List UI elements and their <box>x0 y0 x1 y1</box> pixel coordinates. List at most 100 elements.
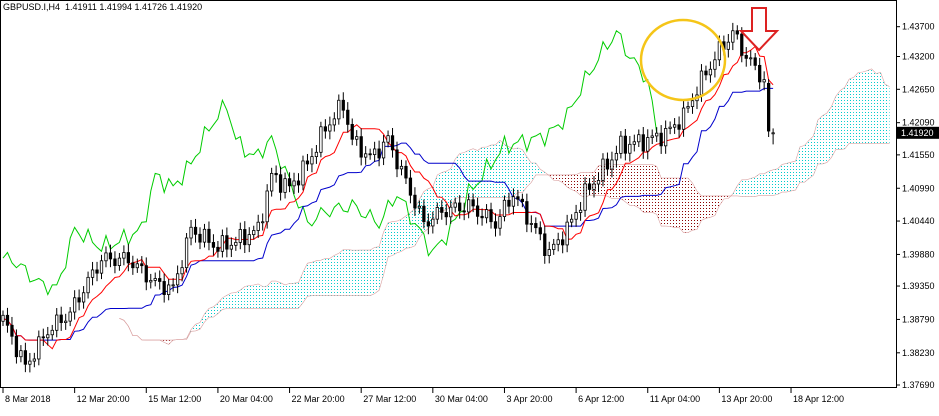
candle-body-bullish <box>176 274 178 285</box>
candle-body-bullish <box>315 152 317 156</box>
cloud-segment-bullish <box>397 219 401 253</box>
candle-body-bullish <box>123 253 125 259</box>
candle-body-bearish <box>441 207 443 212</box>
candle-body-bullish <box>503 200 505 216</box>
candle-body-bearish <box>767 83 769 131</box>
candle-body-bearish <box>42 337 44 338</box>
cloud-segment-bullish <box>245 285 249 308</box>
cloud-segment-bullish <box>778 164 782 194</box>
candle-body-bullish <box>566 222 568 245</box>
y-tick-label: 1.38790 <box>902 314 935 324</box>
cloud-segment-bullish <box>290 283 294 308</box>
cloud-segment-bullish <box>321 258 325 295</box>
candle-body-bearish <box>490 210 492 222</box>
candle-body-bearish <box>6 315 8 325</box>
candle-body-bullish <box>64 321 66 322</box>
candle-body-bearish <box>127 253 129 263</box>
cloud-segment-bullish <box>473 149 477 198</box>
candle-body-bearish <box>472 200 474 206</box>
candle-body-bullish <box>82 293 84 302</box>
x-tick-label: 30 Mar 04:00 <box>435 394 488 404</box>
cloud-segment-bullish <box>818 116 822 164</box>
candle-body-bearish <box>132 263 134 268</box>
candle-body-bullish <box>436 207 438 219</box>
candle-body-bearish <box>642 135 644 151</box>
cloud-segment-bearish <box>666 178 670 226</box>
cloud-segment-bullish <box>885 84 889 143</box>
candle-body-bullish <box>329 125 331 131</box>
candle-body-bearish <box>378 149 380 158</box>
candle-body-bearish <box>405 166 407 178</box>
cloud-segment-bullish <box>769 170 773 196</box>
candle-body-bullish <box>230 245 232 249</box>
cloud-segment-bearish <box>554 175 558 180</box>
candle-body-bullish <box>338 100 340 119</box>
cloud-segment-bullish <box>500 140 504 197</box>
cloud-segment-bullish <box>478 147 482 197</box>
candle-body-bullish <box>570 219 572 222</box>
candle-body-bullish <box>709 69 711 75</box>
cloud-segment-bullish <box>773 169 777 196</box>
cloud-segment-bullish <box>352 250 356 296</box>
cloud-segment-bullish <box>343 250 347 296</box>
candle <box>266 184 268 228</box>
cloud-segment-bearish <box>639 164 643 212</box>
candle-body-bullish <box>387 136 389 142</box>
candle-body-bullish <box>373 149 375 155</box>
cloud-segment-bearish <box>612 164 616 198</box>
cloud-segment-bullish <box>836 91 840 150</box>
cloud-segment-bullish <box>307 262 311 296</box>
candle-body-bearish <box>11 325 13 336</box>
cloud-segment-bullish <box>276 281 280 308</box>
x-tick-label: 11 Apr 04:00 <box>650 394 700 404</box>
cloud-segment-bullish <box>809 136 813 179</box>
candle-body-bullish <box>584 184 586 210</box>
candle-body-bullish <box>51 330 53 334</box>
y-tick-label: 1.40990 <box>902 183 935 193</box>
cloud-segment-bullish <box>410 209 414 248</box>
cloud-segment-bullish <box>800 145 804 182</box>
candle-body-bullish <box>311 157 313 164</box>
candle-body-bullish <box>29 361 31 364</box>
candle-body-bearish <box>60 315 62 323</box>
cloud-segment-bullish <box>281 283 285 309</box>
cloud-segment-bearish <box>688 178 692 233</box>
candle-body-bullish <box>772 133 774 134</box>
cloud-segment-bullish <box>845 79 849 149</box>
candle-body-bullish <box>597 180 599 184</box>
candle-body-bullish <box>33 359 35 361</box>
x-tick-label: 6 Apr 12:00 <box>578 394 624 404</box>
candle-body-bearish <box>275 173 277 174</box>
candle-body-bearish <box>391 136 393 150</box>
cloud-segment-bullish <box>867 69 871 144</box>
candle-body-bullish <box>615 153 617 160</box>
cloud-segment-bullish <box>348 250 352 296</box>
ohlc-open: 1.41911 <box>65 2 97 12</box>
cloud-segment-bullish <box>370 247 374 295</box>
candle-body-bearish <box>369 154 371 155</box>
candle-body-bullish <box>2 315 4 321</box>
chart-canvas[interactable]: 1.437001.432001.426501.420901.415501.409… <box>0 0 939 411</box>
cloud-segment-bullish <box>249 285 253 308</box>
candle-body-bearish <box>306 161 308 164</box>
cloud-segment-bearish <box>679 178 683 233</box>
cloud-segment-bearish <box>706 196 710 218</box>
candle-body-bullish <box>118 258 120 265</box>
candle-body-bullish <box>557 240 559 244</box>
candle-body-bearish <box>521 199 523 201</box>
candle-body-bullish <box>167 285 169 295</box>
candle-body-bearish <box>508 200 510 206</box>
chart-window[interactable]: 1.437001.432001.426501.420901.415501.409… <box>0 0 939 411</box>
candle-body-bullish <box>185 238 187 268</box>
cloud-segment-bullish <box>375 247 379 294</box>
candle-body-bullish <box>20 351 22 357</box>
candle-body-bullish <box>602 159 604 180</box>
cloud-segment-bullish <box>804 140 808 182</box>
cloud-segment-bullish <box>227 293 231 309</box>
cloud-segment-bullish <box>366 250 370 296</box>
candle-body-bearish <box>342 100 344 110</box>
candle-body-bearish <box>24 351 26 365</box>
candle-body-bullish <box>239 229 241 242</box>
cloud-segment-bullish <box>791 161 795 191</box>
candle-body-bullish <box>669 127 671 128</box>
